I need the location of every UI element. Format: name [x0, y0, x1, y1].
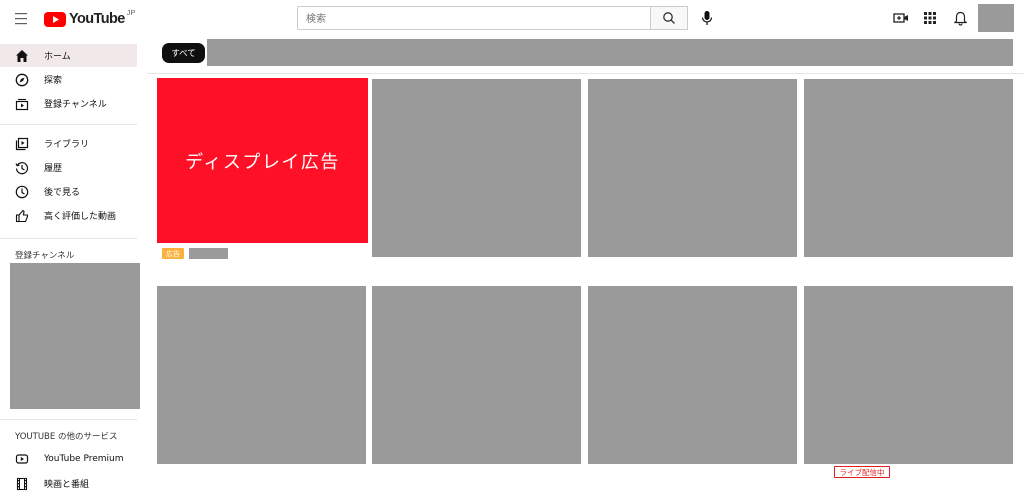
video-thumbnail[interactable]	[588, 79, 797, 257]
sidebar-item-label: 映画と番組	[44, 480, 90, 490]
menu-icon[interactable]	[10, 9, 32, 29]
avatar[interactable]	[978, 4, 1014, 32]
sidebar-item-label: 登録チャンネル	[44, 100, 107, 110]
film-icon	[16, 477, 28, 490]
sidebar-item-library[interactable]: ライブラリ	[0, 132, 137, 155]
more-from-youtube-title: YOUTUBE の他のサービス	[15, 432, 118, 442]
chips-divider	[147, 73, 1024, 74]
sidebar-item-history[interactable]: 履歴	[0, 156, 137, 179]
sidebar-item-youtube-premium[interactable]: YouTube Premium	[0, 447, 137, 470]
apps-button[interactable]	[920, 8, 940, 28]
logo-text: YouTube	[69, 11, 125, 27]
video-thumbnail[interactable]	[372, 79, 581, 257]
sidebar-item-label: 履歴	[44, 164, 63, 174]
compass-icon	[15, 73, 29, 86]
sidebar-item-label: 探索	[44, 76, 63, 86]
bell-icon	[953, 11, 967, 26]
sidebar-item-label: 後で見る	[44, 188, 81, 198]
ad-meta-placeholder	[189, 248, 228, 259]
display-ad[interactable]: ディスプレイ広告	[157, 78, 368, 243]
video-thumbnail[interactable]	[588, 286, 797, 464]
microphone-icon	[701, 11, 713, 25]
subscriptions-list-placeholder	[10, 263, 140, 409]
logo-region: JP	[126, 7, 136, 17]
search-icon	[663, 12, 675, 24]
notifications-button[interactable]	[950, 8, 970, 28]
search-box	[297, 6, 650, 31]
history-icon	[15, 161, 29, 174]
watch-later-icon	[15, 185, 29, 198]
video-thumbnail[interactable]	[157, 286, 366, 464]
sidebar-divider	[0, 124, 137, 125]
sidebar-item-label: ホーム	[44, 52, 71, 62]
chip-all[interactable]: すべて	[162, 43, 205, 63]
sidebar-item-subscriptions[interactable]: 登録チャンネル	[0, 92, 137, 115]
sidebar-item-label: 高く評価した動画	[44, 212, 117, 222]
sidebar-item-home[interactable]: ホーム	[0, 44, 137, 67]
display-ad-title: ディスプレイ広告	[185, 151, 340, 173]
apps-grid-icon	[924, 12, 936, 24]
sidebar-item-movies[interactable]: 映画と番組	[0, 472, 137, 495]
sidebar-item-explore[interactable]: 探索	[0, 68, 137, 91]
subscriptions-icon	[15, 98, 29, 110]
sidebar-item-label: ライブラリ	[44, 140, 90, 150]
search-button[interactable]	[650, 6, 688, 30]
video-thumbnail[interactable]	[804, 286, 1013, 464]
video-thumbnail[interactable]	[372, 286, 581, 464]
thumb-up-icon	[15, 209, 29, 222]
sidebar-item-liked-videos[interactable]: 高く評価した動画	[0, 204, 137, 227]
create-video-button[interactable]	[891, 8, 911, 28]
search-input[interactable]	[298, 8, 650, 31]
create-video-icon	[893, 13, 908, 23]
sidebar-divider	[0, 238, 137, 239]
youtube-play-icon	[44, 11, 66, 27]
chips-placeholder	[207, 39, 1013, 66]
ad-badge: 広告	[162, 248, 184, 259]
sidebar-divider	[0, 419, 137, 420]
youtube-logo[interactable]: YouTube JP	[44, 7, 136, 27]
home-icon	[16, 49, 28, 62]
voice-search-button[interactable]	[697, 8, 717, 28]
live-badge: ライブ配信中	[834, 466, 890, 478]
library-icon	[15, 137, 29, 150]
subscriptions-section-title: 登録チャンネル	[15, 251, 75, 261]
video-thumbnail[interactable]	[804, 79, 1013, 257]
youtube-premium-icon	[15, 453, 29, 464]
sidebar-item-label: YouTube Premium	[44, 453, 124, 464]
sidebar-item-watch-later[interactable]: 後で見る	[0, 180, 137, 203]
